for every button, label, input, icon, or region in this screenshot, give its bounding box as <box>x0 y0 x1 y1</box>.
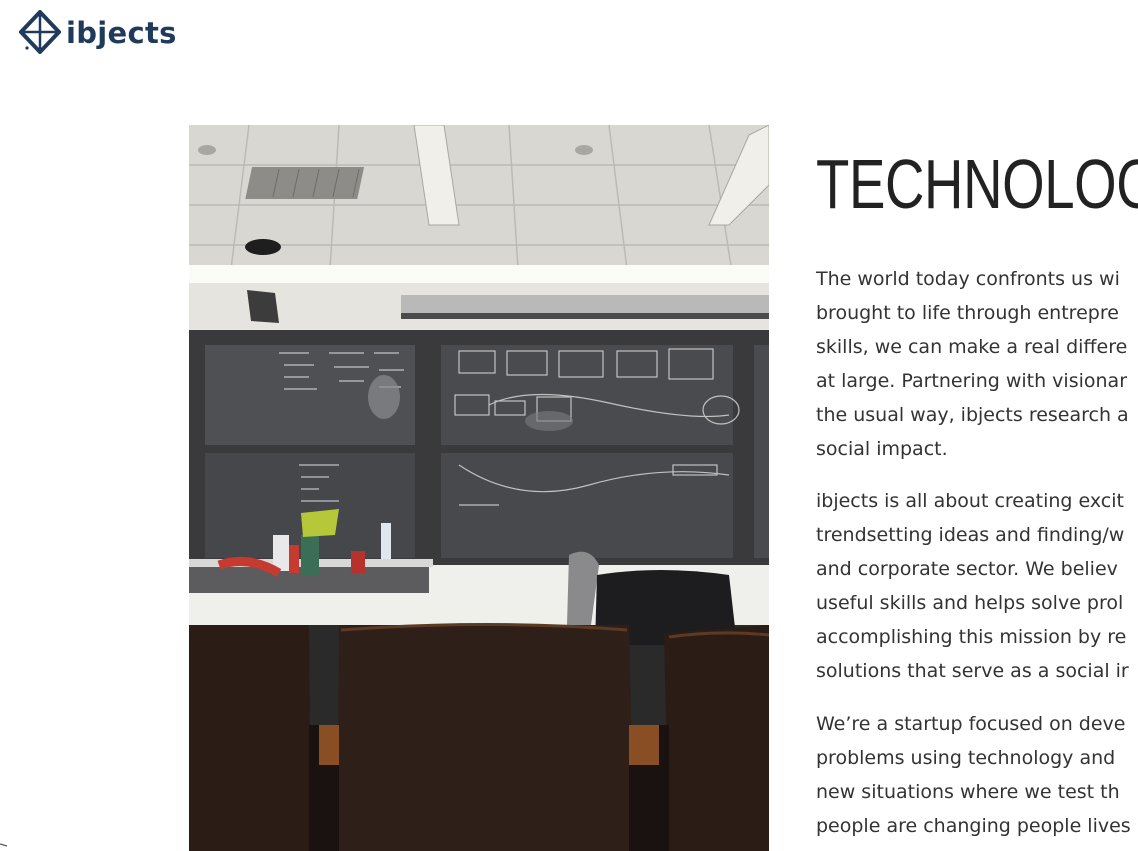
paragraph-line: at large. Partnering with visionar <box>816 370 1128 392</box>
mission-paragraph: ibjects is all about creating excit tren… <box>816 484 1138 688</box>
paragraph-line: social impact. <box>816 438 948 460</box>
startup-paragraph: We’re a startup focused on deve problems… <box>816 707 1138 843</box>
diamond-compass-icon <box>19 10 61 54</box>
technology-section: TECHNOLOGY The world today confronts us … <box>816 140 1138 843</box>
brand-name: ibjects <box>66 15 177 50</box>
paragraph-line: useful skills and helps solve prol <box>816 592 1124 614</box>
paragraph-line: We’re a startup focused on deve <box>816 713 1126 735</box>
paragraph-line: people are changing people lives <box>816 815 1131 837</box>
intro-paragraph: The world today confronts us wi brought … <box>816 262 1138 466</box>
paragraph-line: ibjects is all about creating excit <box>816 490 1124 512</box>
paragraph-line: new situations where we test th <box>816 781 1120 803</box>
paragraph-line: solutions that serve as a social ir <box>816 660 1129 682</box>
paragraph-line: the usual way, ibjects research a <box>816 404 1129 426</box>
paragraph-line: brought to life through entrepre <box>816 302 1119 324</box>
paragraph-line: The world today confronts us wi <box>816 268 1120 290</box>
brand-logo[interactable]: ibjects <box>18 10 177 56</box>
section-title: TECHNOLOGY <box>816 145 1138 223</box>
paragraph-line: problems using technology and <box>816 747 1116 769</box>
paragraph-line: accomplishing this mission by re <box>816 626 1127 648</box>
paragraph-line: trendsetting ideas and finding/w <box>816 524 1125 546</box>
paragraph-line: skills, we can make a real differe <box>816 336 1128 358</box>
page: ibjects TECHNOLO The world today confron… <box>0 0 1138 851</box>
classroom-chalkboard-photo <box>189 125 769 851</box>
scroll-indicator-icon <box>0 843 8 847</box>
paragraph-line: and corporate sector. We believ <box>816 558 1118 580</box>
